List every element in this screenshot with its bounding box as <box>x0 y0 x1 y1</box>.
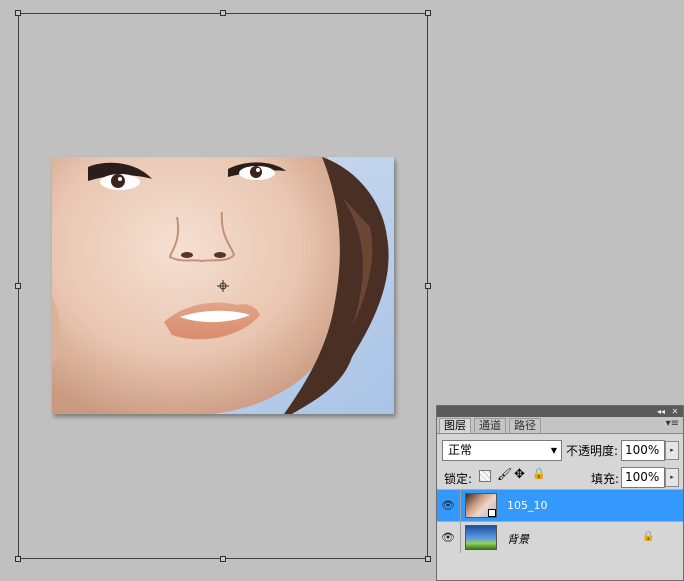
smart-object-icon <box>488 509 496 517</box>
transform-handle-right[interactable] <box>425 283 431 289</box>
opacity-field[interactable]: 100% <box>621 440 665 461</box>
layer-name: 背景 <box>507 533 529 546</box>
eye-icon[interactable]: 👁 <box>441 499 455 512</box>
layer-name: 105_10 <box>507 499 548 512</box>
layer-thumbnail <box>465 493 497 518</box>
portrait-image-layer <box>52 157 394 414</box>
tab-layers[interactable]: 图层 <box>439 418 471 433</box>
visibility-toggle[interactable]: 👁 <box>437 522 461 553</box>
portrait-illustration <box>52 157 394 414</box>
eye-icon[interactable]: 👁 <box>441 531 455 544</box>
opacity-label: 不透明度: <box>566 444 619 458</box>
chevron-down-icon: ▼ <box>550 446 557 455</box>
brush-icon[interactable]: 🖌 <box>497 467 512 481</box>
layer-thumbnail <box>465 525 497 550</box>
panel-menu-button[interactable]: ▾≡ <box>666 418 679 429</box>
blend-mode-select[interactable]: 正常 ▼ <box>442 440 562 461</box>
panel-tabs: 图层 通道 路径 ▾≡ <box>437 417 683 434</box>
transform-handle-bottom-right[interactable] <box>425 556 431 562</box>
fill-value: 100% <box>625 470 660 484</box>
transform-handle-bottom[interactable] <box>220 556 226 562</box>
transform-handle-top[interactable] <box>220 10 226 16</box>
lock-icon[interactable]: 🔒 <box>532 467 546 480</box>
layer-row-105_10[interactable]: 👁 105_10 <box>437 489 683 521</box>
layer-row-background[interactable]: 👁 背景 🔒 <box>437 521 683 553</box>
tab-paths[interactable]: 路径 <box>509 418 541 433</box>
lock-label: 锁定: <box>444 472 473 486</box>
panel-title-bar[interactable]: ◂◂ ✕ <box>437 406 683 417</box>
collapse-panel-button[interactable]: ◂◂ <box>655 406 667 417</box>
tab-channels[interactable]: 通道 <box>474 418 506 433</box>
opacity-slider-button[interactable]: ▸ <box>665 441 679 460</box>
move-icon[interactable]: ✥ <box>514 467 525 482</box>
blend-mode-value: 正常 <box>448 443 473 457</box>
transform-handle-top-right[interactable] <box>425 10 431 16</box>
transform-handle-top-left[interactable] <box>15 10 21 16</box>
fill-slider-button[interactable]: ▸ <box>665 468 679 487</box>
transform-handle-left[interactable] <box>15 283 21 289</box>
close-panel-button[interactable]: ✕ <box>669 406 681 417</box>
opacity-value: 100% <box>625 443 660 457</box>
fill-label: 填充: <box>591 472 620 486</box>
visibility-toggle[interactable]: 👁 <box>437 490 461 521</box>
lock-icon: 🔒 <box>642 531 655 542</box>
layers-panel: ◂◂ ✕ 图层 通道 路径 ▾≡ 正常 ▼ 不透明度: 100% ▸ 锁定: 🖌… <box>436 405 684 581</box>
transparency-lock-icon[interactable] <box>479 470 491 482</box>
transform-handle-bottom-left[interactable] <box>15 556 21 562</box>
fill-field[interactable]: 100% <box>621 467 665 488</box>
